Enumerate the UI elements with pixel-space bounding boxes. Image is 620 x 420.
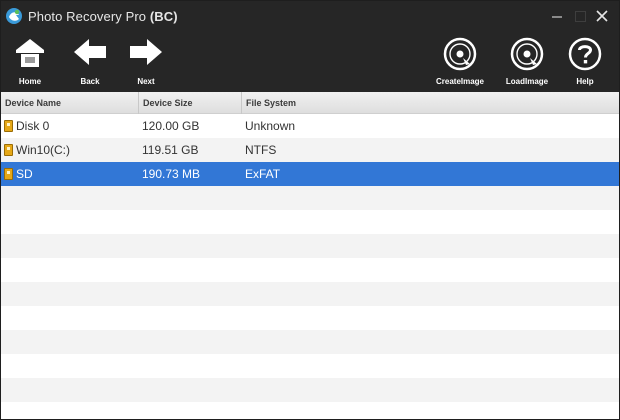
help-icon [568, 37, 602, 71]
empty-row [1, 210, 619, 234]
title-bar[interactable]: Photo Recovery Pro (BC) [1, 1, 619, 31]
device-size-cell: 119.51 GB [142, 143, 199, 157]
drive-icon [4, 144, 13, 156]
device-table: Device Name Device Size File System Disk… [1, 92, 619, 419]
table-header: Device Name Device Size File System [1, 92, 619, 114]
home-label: Home [18, 77, 42, 86]
device-size-cell: 190.73 MB [142, 167, 201, 181]
empty-row [1, 234, 619, 258]
table-body: Disk 0 120.00 GB Unknown Win10(C:) 119.5… [1, 114, 619, 419]
close-icon[interactable] [591, 5, 613, 27]
empty-row [1, 258, 619, 282]
device-name-cell: Win10(C:) [16, 143, 71, 157]
create-image-label: CreateImage [435, 77, 485, 86]
device-name-cell: SD [16, 167, 33, 181]
file-system-cell: NTFS [245, 143, 277, 157]
app-logo-icon [6, 8, 22, 24]
minimize-button[interactable] [546, 5, 568, 27]
create-image-button[interactable]: CreateImage [429, 31, 491, 92]
disc-image-icon [443, 37, 477, 71]
load-image-label: LoadImage [505, 77, 549, 86]
empty-row [1, 186, 619, 210]
window-title-edition: (BC) [149, 9, 178, 24]
drive-icon [4, 120, 13, 132]
maximize-button[interactable] [569, 5, 591, 27]
arrow-right-icon [130, 39, 162, 65]
empty-row [1, 306, 619, 330]
device-size-cell: 120.00 GB [142, 119, 200, 133]
empty-row [1, 330, 619, 354]
back-label: Back [80, 77, 100, 86]
disc-load-icon [510, 37, 544, 71]
empty-row [1, 378, 619, 402]
help-button[interactable]: Help [563, 31, 607, 92]
window-title-main: Photo Recovery Pro [28, 9, 147, 24]
table-row[interactable]: Disk 0 120.00 GB Unknown [1, 114, 619, 138]
app-window: Photo Recovery Pro (BC) Home Back Next C… [0, 0, 620, 420]
table-row[interactable]: Win10(C:) 119.51 GB NTFS [1, 138, 619, 162]
file-system-cell: Unknown [245, 119, 296, 133]
empty-row [1, 402, 619, 419]
load-image-button[interactable]: LoadImage [501, 31, 553, 92]
empty-row [1, 354, 619, 378]
toolbar: Home Back Next CreateImage LoadImage Hel… [1, 31, 619, 92]
home-button[interactable]: Home [9, 31, 51, 92]
column-header-device-size[interactable]: Device Size [139, 92, 242, 114]
table-row-selected[interactable]: SD 190.73 MB ExFAT [1, 162, 619, 186]
back-button[interactable]: Back [67, 31, 113, 92]
arrow-left-icon [74, 39, 106, 65]
drive-icon [4, 168, 13, 180]
device-name-cell: Disk 0 [16, 119, 50, 133]
column-header-device-name[interactable]: Device Name [1, 92, 139, 114]
next-label: Next [137, 77, 155, 86]
help-label: Help [576, 77, 594, 86]
window-title: Photo Recovery Pro (BC) [28, 9, 178, 24]
empty-row [1, 282, 619, 306]
home-icon [16, 39, 44, 67]
next-button[interactable]: Next [123, 31, 169, 92]
file-system-cell: ExFAT [245, 167, 281, 181]
column-header-file-system[interactable]: File System [242, 92, 619, 114]
